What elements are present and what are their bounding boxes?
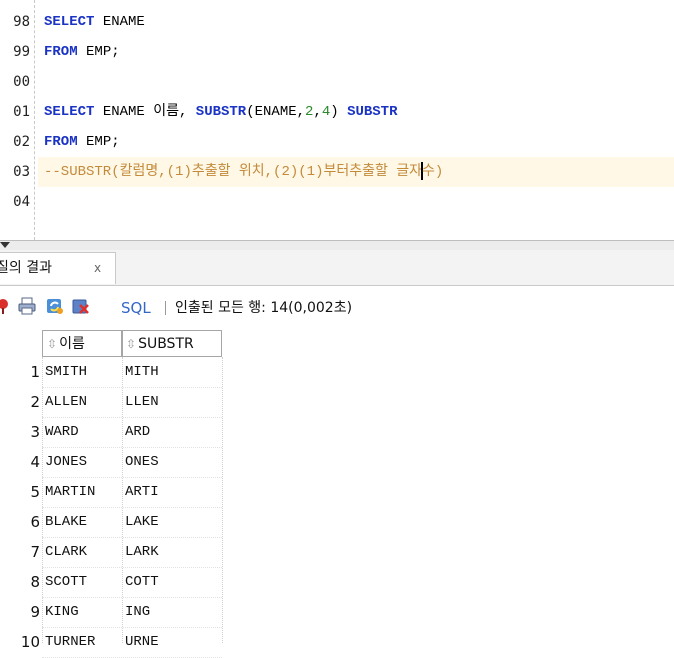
cell-substr[interactable]: ARTI	[125, 477, 220, 507]
code-token: --SUBSTR(칼럼명,(1)추출할 위치,(2)(1)부터추출할 글자	[44, 164, 423, 180]
pin-icon[interactable]	[0, 297, 12, 315]
export-icon[interactable]	[72, 297, 90, 315]
line-number: 04	[13, 194, 30, 210]
toolbar-separator	[165, 301, 166, 315]
cell-name[interactable]: SCOTT	[45, 567, 122, 597]
sort-icon[interactable]: ⇳	[126, 337, 136, 351]
cell-name[interactable]: KING	[45, 597, 122, 627]
grid-column-divider	[222, 357, 223, 643]
row-number: 2	[30, 393, 40, 411]
cell-name[interactable]: JONES	[45, 447, 122, 477]
refresh-icon[interactable]	[46, 297, 64, 315]
gutter-divider	[34, 0, 35, 240]
code-token: ENAME 이름,	[94, 104, 196, 120]
row-number: 1	[30, 363, 40, 381]
column-header-name-label: 이름	[59, 336, 85, 352]
line-number: 01	[13, 104, 30, 120]
tab-close-icon[interactable]: x	[94, 253, 101, 284]
cell-name[interactable]: SMITH	[45, 357, 122, 387]
cell-substr[interactable]: MITH	[125, 357, 220, 387]
column-header-name[interactable]: ⇳ 이름	[42, 330, 122, 357]
code-token: )	[330, 104, 348, 120]
code-token: (ENAME,	[246, 104, 306, 120]
result-tab-bar: 질의 결과 x	[0, 250, 674, 286]
code-token: 4	[321, 104, 331, 120]
cell-name[interactable]: CLARK	[45, 537, 122, 567]
line-number: 98	[13, 14, 30, 30]
cell-substr[interactable]: ARD	[125, 417, 220, 447]
result-grid[interactable]: ⇳ 이름 ⇳ SUBSTR 1 SMITH MITH 2 ALLEN LLEN 3 WARD ARD…	[0, 330, 674, 658]
grid-column-divider	[122, 357, 123, 643]
cell-substr[interactable]: LLEN	[125, 387, 220, 417]
row-number: 7	[30, 543, 40, 561]
code-token: SELECT	[44, 14, 95, 30]
code-token: SUBSTR	[195, 104, 247, 120]
row-number: 8	[30, 573, 40, 591]
code-line[interactable]: FROM EMP;	[44, 37, 120, 67]
code-token: SELECT	[44, 104, 95, 120]
code-token: EMP;	[77, 134, 120, 150]
code-line-current[interactable]: --SUBSTR(칼럼명,(1)추출할 위치,(2)(1)부터추출할 글자수)	[38, 157, 674, 187]
fetch-status-text: 인출된 모든 행: 14(0,002초)	[175, 300, 353, 316]
column-header-substr[interactable]: ⇳ SUBSTR	[122, 330, 222, 357]
line-number: 99	[13, 44, 30, 60]
row-number: 4	[30, 453, 40, 471]
print-icon[interactable]	[18, 297, 36, 315]
sql-button[interactable]: SQL	[121, 286, 151, 330]
row-number: 10	[20, 633, 40, 651]
code-token: FROM	[44, 44, 78, 60]
cell-name[interactable]: ALLEN	[45, 387, 122, 417]
column-header-substr-label: SUBSTR	[138, 336, 194, 352]
code-token: ,	[313, 104, 322, 120]
cell-name[interactable]: TURNER	[45, 627, 122, 657]
tab-query-result[interactable]: 질의 결과 x	[0, 252, 116, 284]
cell-substr[interactable]: ING	[125, 597, 220, 627]
row-number: 3	[30, 423, 40, 441]
cell-name[interactable]: BLAKE	[45, 507, 122, 537]
row-number: 9	[30, 603, 40, 621]
code-token: FROM	[44, 134, 78, 150]
sort-icon[interactable]: ⇳	[47, 337, 57, 351]
tab-query-result-label: 질의 결과	[0, 260, 52, 276]
cell-substr[interactable]: ONES	[125, 447, 220, 477]
row-number: 6	[30, 513, 40, 531]
code-token: ENAME	[94, 14, 145, 30]
code-line[interactable]: FROM EMP;	[44, 127, 120, 157]
cell-substr[interactable]: URNE	[125, 627, 220, 657]
cell-substr[interactable]: LARK	[125, 537, 220, 567]
collapse-arrow-icon[interactable]	[0, 242, 10, 248]
cell-name[interactable]: MARTIN	[45, 477, 122, 507]
cell-substr[interactable]: COTT	[125, 567, 220, 597]
code-token: 수)	[422, 164, 444, 180]
row-number: 5	[30, 483, 40, 501]
code-line[interactable]: SELECT ENAME	[44, 7, 145, 37]
line-number: 02	[13, 134, 30, 150]
line-number: 00	[13, 74, 30, 90]
line-number: 03	[13, 164, 30, 180]
result-toolbar: SQL 인출된 모든 행: 14(0,002초)	[0, 286, 674, 330]
code-token: EMP;	[77, 44, 120, 60]
sql-editor[interactable]: 98 99 00 01 02 03 04 SELECT ENAME FROM EMP; SELE…	[0, 0, 674, 240]
code-line[interactable]: SELECT ENAME 이름, SUBSTR(ENAME,2,4) SUBST…	[44, 97, 397, 127]
code-token: SUBSTR	[347, 104, 398, 120]
line-number-gutter: 98 99 00 01 02 03 04	[0, 0, 34, 240]
cell-substr[interactable]: LAKE	[125, 507, 220, 537]
cell-name[interactable]: WARD	[45, 417, 122, 447]
grid-column-divider	[42, 357, 43, 643]
